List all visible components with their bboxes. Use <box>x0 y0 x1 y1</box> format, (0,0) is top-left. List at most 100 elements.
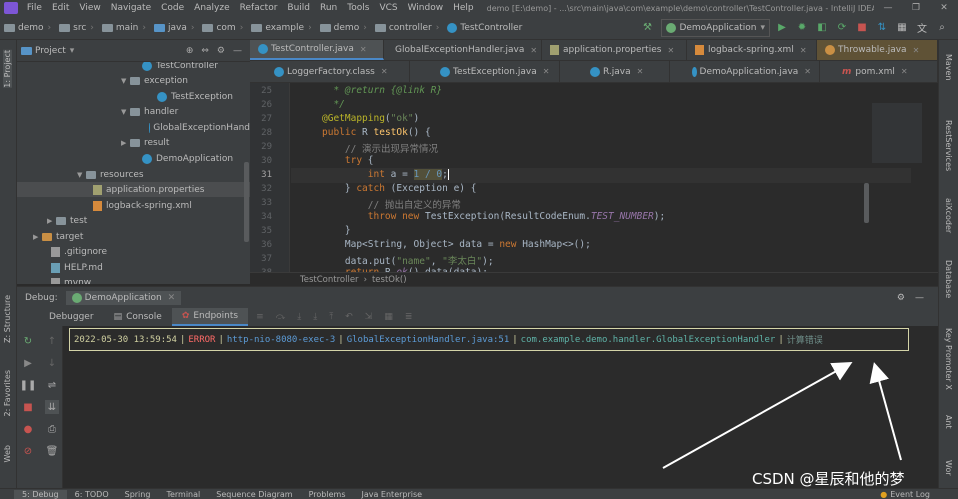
project-structure-icon[interactable]: ▦ <box>894 20 910 36</box>
tab-pom[interactable]: m pom.xml ✕ <box>820 61 938 82</box>
build-hammer-icon[interactable]: ⚒ <box>639 20 655 36</box>
locate-icon[interactable]: ⊕ <box>186 46 194 56</box>
menu-run[interactable]: Run <box>315 3 342 13</box>
code-editor[interactable]: 25 26 27 28 29 30 31 32 33 34 35 36 37 3… <box>250 83 938 272</box>
tree-item-result[interactable]: ▶ result <box>17 135 250 150</box>
tab-debugger[interactable]: Debugger <box>39 308 104 326</box>
wrap-icon[interactable]: ⇌ <box>45 378 59 392</box>
drop-frame-icon[interactable]: ↶ <box>345 312 353 322</box>
collapse-all-icon[interactable]: ⇔ <box>201 46 209 56</box>
tab-testexception[interactable]: TestException.java ✕ <box>410 61 560 82</box>
close-tab-icon[interactable]: ✕ <box>667 46 674 55</box>
favorites-tool-button[interactable]: 2: Favorites <box>3 370 12 416</box>
menu-tools[interactable]: Tools <box>342 3 374 13</box>
restservices-tool-button[interactable]: RestServices <box>944 120 953 171</box>
menu-build[interactable]: Build <box>282 3 315 13</box>
status-java-enterprise[interactable]: Java Enterprise <box>353 490 430 499</box>
tree-item-testcontroller[interactable]: TestController <box>17 62 250 73</box>
tree-item-target[interactable]: ▶ target <box>17 229 250 244</box>
tab-testcontroller[interactable]: TestController.java ✕ <box>250 40 384 60</box>
trace-icon[interactable]: ≣ <box>405 312 413 322</box>
keypromoter-tool-button[interactable]: Key Promoter X <box>944 328 953 390</box>
translate-icon[interactable]: 文 <box>914 20 930 36</box>
breadcrumb-testcontroller[interactable]: TestController <box>447 22 522 33</box>
layout-icon[interactable]: ≡ <box>256 312 264 322</box>
project-pane-title[interactable]: Project <box>35 46 66 56</box>
tab-loggerfactory[interactable]: LoggerFactory.class ✕ <box>250 61 410 82</box>
vcs-icon[interactable]: ⇅ <box>874 20 890 36</box>
step-into-icon[interactable]: ⤓ <box>297 312 301 322</box>
expand-arrow-icon[interactable]: ▼ <box>121 108 130 116</box>
run-to-cursor-icon[interactable]: ⇲ <box>365 312 373 322</box>
tab-demoapplication[interactable]: DemoApplication.java ✕ <box>670 61 820 82</box>
mute-breakpoints-icon[interactable]: ⊘ <box>21 444 35 458</box>
status-debug[interactable]: 5: Debug <box>14 489 67 499</box>
hide-icon[interactable]: — <box>915 293 924 303</box>
profile-icon[interactable]: ⟳ <box>834 20 850 36</box>
resume-icon[interactable]: ▶ <box>21 356 35 370</box>
tab-r[interactable]: R.java ✕ <box>560 61 670 82</box>
expand-arrow-icon[interactable]: ▼ <box>77 171 86 179</box>
pause-icon[interactable]: ❚❚ <box>20 378 37 392</box>
tree-item-exception[interactable]: ▼ exception <box>17 73 250 88</box>
run-configuration-select[interactable]: DemoApplication ▾ <box>661 18 770 37</box>
tree-item-test[interactable]: ▶ test <box>17 213 250 228</box>
close-tab-icon[interactable]: ✕ <box>800 46 807 55</box>
chevron-down-icon[interactable]: ▾ <box>70 46 75 56</box>
tree-item-resources[interactable]: ▼ resources <box>17 167 250 182</box>
close-tab-icon[interactable]: ✕ <box>901 67 908 76</box>
close-tab-icon[interactable]: ✕ <box>168 293 176 303</box>
breadcrumb-src[interactable]: src › <box>59 23 98 33</box>
close-tab-icon[interactable]: ✕ <box>381 67 388 76</box>
breadcrumb-example[interactable]: example › <box>251 23 315 33</box>
clear-icon[interactable]: 🗑 <box>45 444 59 458</box>
tree-item-gitignore[interactable]: .gitignore <box>17 244 250 259</box>
hide-icon[interactable]: — <box>233 46 242 56</box>
tree-item-demoapplication[interactable]: DemoApplication <box>17 151 250 166</box>
coverage-icon[interactable]: ◧ <box>814 20 830 36</box>
minimize-icon[interactable]: — <box>874 3 902 13</box>
tree-scrollbar[interactable] <box>244 162 249 242</box>
stop-icon[interactable]: ■ <box>854 20 870 36</box>
debug-session-tab[interactable]: DemoApplication ✕ <box>65 290 182 305</box>
breadcrumb-class[interactable]: TestController <box>300 275 359 285</box>
tree-item-logback-spring[interactable]: logback-spring.xml <box>17 198 250 213</box>
settings-gear-icon[interactable]: ⚙ <box>897 293 905 303</box>
editor-scrollbar[interactable] <box>864 183 869 223</box>
structure-tool-button[interactable]: Z: Structure <box>3 295 12 343</box>
close-tab-icon[interactable]: ✕ <box>913 46 920 55</box>
tree-item-handler[interactable]: ▼ handler <box>17 104 250 119</box>
tree-item-help-md[interactable]: HELP.md <box>17 260 250 275</box>
expand-arrow-icon[interactable]: ▶ <box>33 233 42 241</box>
breadcrumb-method[interactable]: testOk() <box>372 275 407 285</box>
wor-tool-button[interactable]: Wor <box>944 460 953 476</box>
status-sequence-diagram[interactable]: Sequence Diagram <box>208 490 300 499</box>
view-breakpoints-icon[interactable]: ● <box>21 422 35 436</box>
breadcrumb-demo-pkg[interactable]: demo › <box>319 23 371 33</box>
tab-console[interactable]: ▤ Console <box>104 308 172 326</box>
status-terminal[interactable]: Terminal <box>158 490 208 499</box>
database-tool-button[interactable]: Database <box>944 260 953 298</box>
breadcrumb-controller[interactable]: controller › <box>374 23 444 33</box>
menu-vcs[interactable]: VCS <box>374 3 402 13</box>
menu-analyze[interactable]: Analyze <box>189 3 234 13</box>
debug-icon[interactable]: ✹ <box>794 20 810 36</box>
web-tool-button[interactable]: Web <box>3 445 12 462</box>
menu-code[interactable]: Code <box>156 3 189 13</box>
close-tab-icon[interactable]: ✕ <box>530 46 537 55</box>
close-tab-icon[interactable]: ✕ <box>804 67 811 76</box>
log-location-link[interactable]: GlobalExceptionHandler.java:51 <box>347 335 510 345</box>
tab-globalexceptionhandler[interactable]: GlobalExceptionHandler.java ✕ <box>384 40 542 60</box>
tab-application-properties[interactable]: application.properties ✕ <box>542 40 687 60</box>
code-minimap[interactable] <box>870 83 938 272</box>
status-todo[interactable]: 6: TODO <box>67 490 117 499</box>
restore-icon[interactable]: ❐ <box>902 3 930 13</box>
tab-logback-spring[interactable]: logback-spring.xml ✕ <box>687 40 817 60</box>
project-tool-button[interactable]: 1: Project <box>3 50 12 88</box>
step-over-icon[interactable]: ⤼ <box>276 312 286 322</box>
step-out-icon[interactable]: ⤒ <box>329 312 333 322</box>
rerun-icon[interactable]: ↻ <box>21 334 35 348</box>
maven-tool-button[interactable]: Maven <box>944 54 953 81</box>
search-icon[interactable]: ⌕ <box>934 20 950 36</box>
close-icon[interactable]: ✕ <box>930 3 958 13</box>
